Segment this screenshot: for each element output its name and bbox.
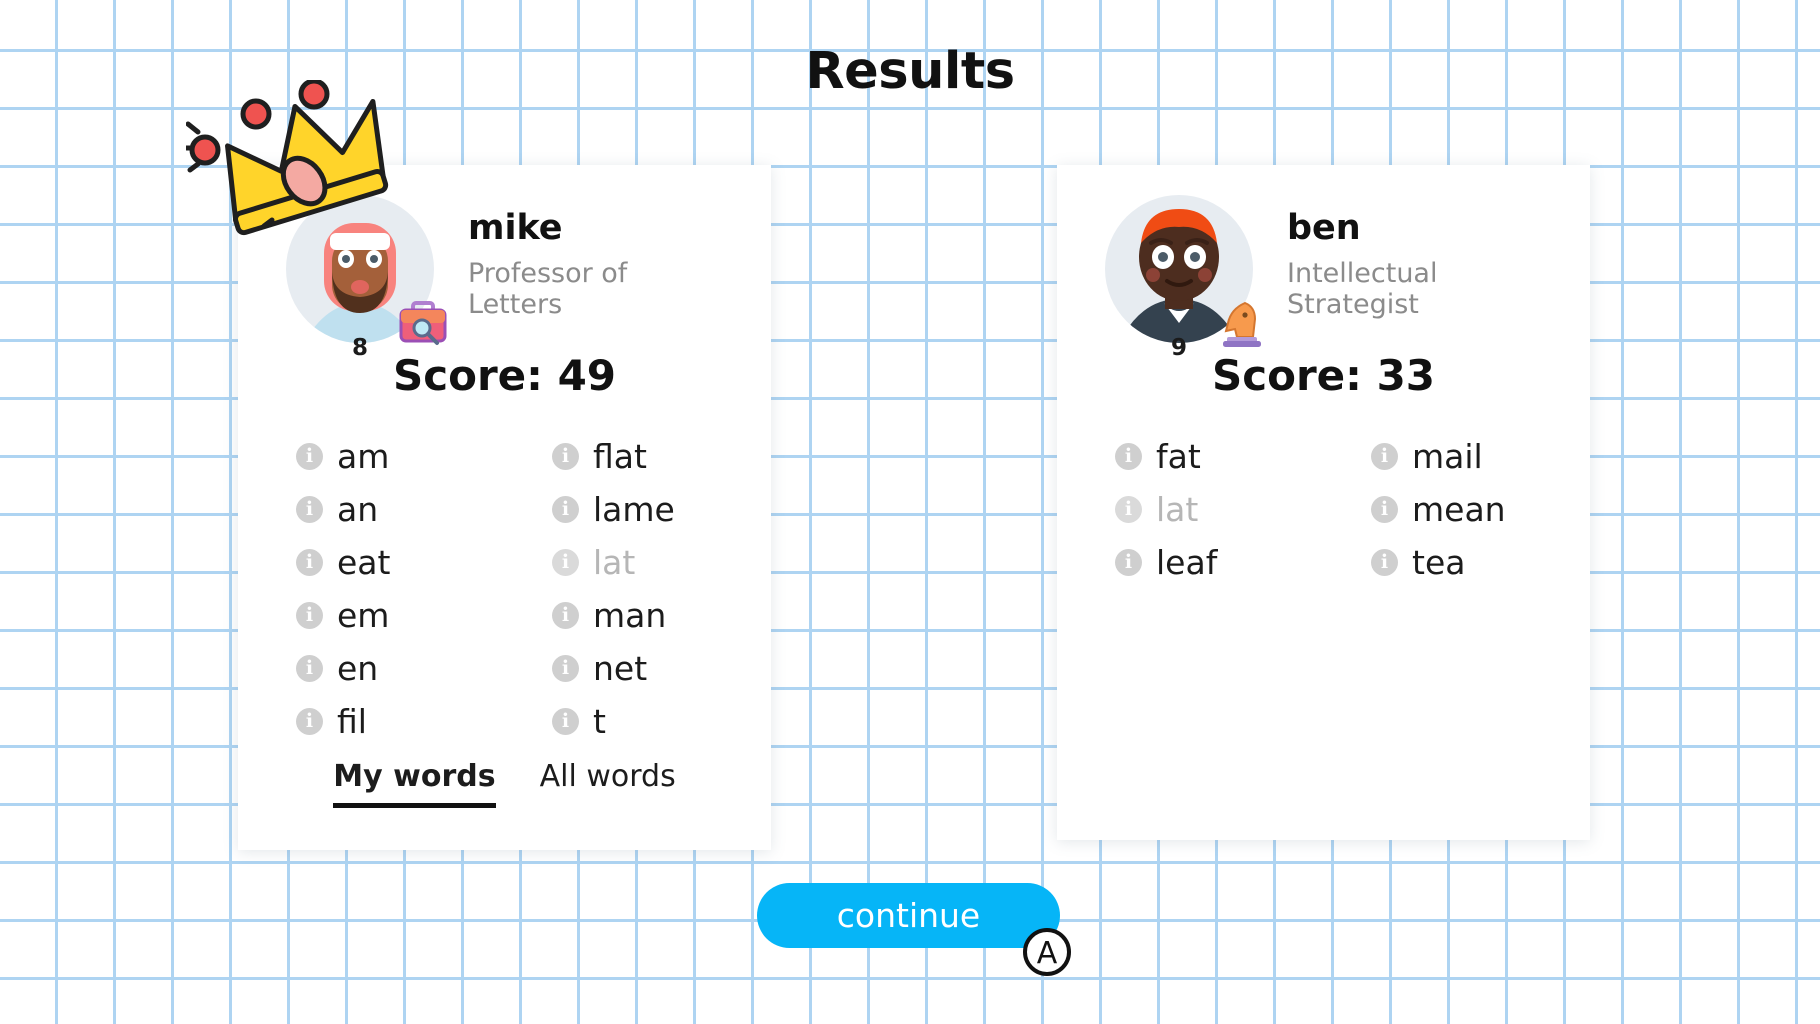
info-icon[interactable]: i bbox=[296, 496, 323, 523]
info-icon[interactable]: i bbox=[296, 655, 323, 682]
word-label: leaf bbox=[1156, 543, 1218, 582]
player-name: ben bbox=[1287, 208, 1361, 248]
info-icon[interactable]: i bbox=[552, 602, 579, 629]
word-row[interactable]: i tea bbox=[1371, 536, 1551, 589]
word-label: tea bbox=[1412, 543, 1466, 582]
avatar-block: 8 bbox=[264, 187, 460, 361]
word-row[interactable]: i lat bbox=[1115, 483, 1295, 536]
word-label: mean bbox=[1412, 490, 1506, 529]
word-row-clipped[interactable]: i fil bbox=[296, 695, 476, 748]
word-label: en bbox=[337, 649, 379, 688]
card-header: 8 mike Professor of Letters bbox=[238, 165, 771, 361]
word-row[interactable]: i am bbox=[296, 430, 476, 483]
word-column-1: i fat i lat i leaf bbox=[1115, 430, 1295, 589]
player-card-mike: 8 mike Professor of Letters Score: 49 i … bbox=[238, 165, 771, 850]
word-list: i am i an i eat i em i en i fil i flat i… bbox=[238, 400, 771, 748]
word-row[interactable]: i mail bbox=[1371, 430, 1551, 483]
word-column-2: i flat i lame i lat i man i net i t bbox=[552, 430, 732, 748]
info-icon[interactable]: i bbox=[296, 443, 323, 470]
info-icon[interactable]: i bbox=[1115, 443, 1142, 470]
tab-my-words[interactable]: My words bbox=[333, 759, 496, 808]
word-row[interactable]: i lat bbox=[552, 536, 732, 589]
player-name: mike bbox=[468, 208, 563, 248]
word-row[interactable]: i mean bbox=[1371, 483, 1551, 536]
continue-button[interactable]: continue bbox=[757, 883, 1060, 948]
word-row[interactable]: i en bbox=[296, 642, 476, 695]
word-row[interactable]: i net bbox=[552, 642, 732, 695]
word-label: lat bbox=[1156, 490, 1199, 529]
word-row[interactable]: i leaf bbox=[1115, 536, 1295, 589]
word-row[interactable]: i em bbox=[296, 589, 476, 642]
tab-all-words[interactable]: All words bbox=[540, 759, 676, 808]
player-role: Professor of Letters bbox=[468, 257, 628, 321]
info-icon[interactable]: i bbox=[552, 496, 579, 523]
word-label: lat bbox=[593, 543, 636, 582]
word-list: i fat i lat i leaf i mail i mean i tea bbox=[1057, 400, 1590, 589]
info-icon[interactable]: i bbox=[1115, 496, 1142, 523]
info-icon[interactable]: i bbox=[552, 549, 579, 576]
button-hint-a[interactable]: A bbox=[1023, 928, 1071, 976]
player-role: Intellectual Strategist bbox=[1287, 257, 1438, 321]
word-label: fil bbox=[337, 702, 367, 741]
info-icon[interactable]: i bbox=[552, 443, 579, 470]
info-icon[interactable]: i bbox=[1371, 443, 1398, 470]
word-label: lame bbox=[593, 490, 675, 529]
word-row[interactable]: i flat bbox=[552, 430, 732, 483]
info-icon[interactable]: i bbox=[296, 708, 323, 735]
word-row-clipped[interactable]: i t bbox=[552, 695, 732, 748]
word-label: t bbox=[593, 702, 606, 741]
player-card-ben: 9 ben Intellectual Strategist Score: 33 … bbox=[1057, 165, 1590, 840]
info-icon[interactable]: i bbox=[1371, 549, 1398, 576]
word-label: am bbox=[337, 437, 390, 476]
page-title: Results bbox=[805, 42, 1015, 101]
info-icon[interactable]: i bbox=[1371, 496, 1398, 523]
info-icon[interactable]: i bbox=[1115, 549, 1142, 576]
chess-knight-icon bbox=[1215, 295, 1269, 349]
info-icon[interactable]: i bbox=[552, 708, 579, 735]
word-label: flat bbox=[593, 437, 647, 476]
word-label: eat bbox=[337, 543, 391, 582]
card-header: 9 ben Intellectual Strategist bbox=[1057, 165, 1590, 361]
info-icon[interactable]: i bbox=[296, 602, 323, 629]
word-column-1: i am i an i eat i em i en i fil bbox=[296, 430, 476, 748]
word-row[interactable]: i an bbox=[296, 483, 476, 536]
info-icon[interactable]: i bbox=[552, 655, 579, 682]
word-label: man bbox=[593, 596, 667, 635]
word-row[interactable]: i man bbox=[552, 589, 732, 642]
word-column-2: i mail i mean i tea bbox=[1371, 430, 1551, 589]
word-row[interactable]: i lame bbox=[552, 483, 732, 536]
avatar-block: 9 bbox=[1083, 187, 1279, 361]
info-icon[interactable]: i bbox=[296, 549, 323, 576]
word-label: em bbox=[337, 596, 390, 635]
word-label: fat bbox=[1156, 437, 1201, 476]
word-list-tabs: My words All words bbox=[238, 749, 771, 808]
name-block: mike Professor of Letters bbox=[460, 187, 683, 321]
word-label: an bbox=[337, 490, 379, 529]
word-row[interactable]: i fat bbox=[1115, 430, 1295, 483]
word-label: mail bbox=[1412, 437, 1483, 476]
word-row[interactable]: i eat bbox=[296, 536, 476, 589]
briefcase-icon bbox=[396, 295, 450, 349]
word-label: net bbox=[593, 649, 648, 688]
name-block: ben Intellectual Strategist bbox=[1279, 187, 1502, 321]
